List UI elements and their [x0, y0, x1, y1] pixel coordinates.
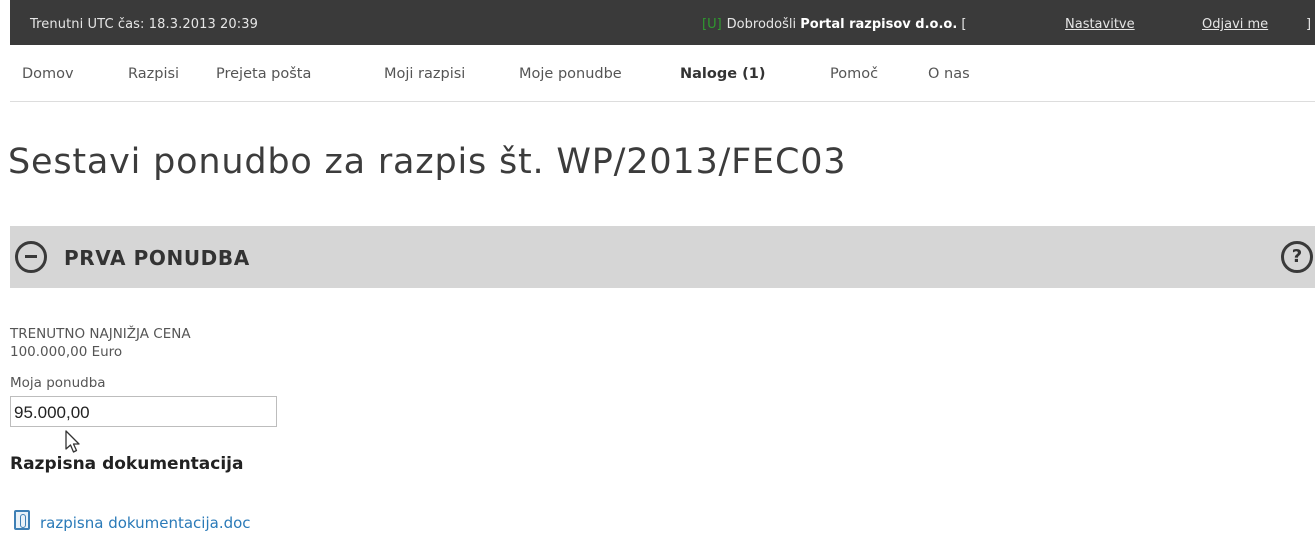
collapse-minus-icon[interactable] [15, 241, 47, 273]
logout-link[interactable]: Odjavi me [1202, 17, 1268, 32]
welcome-area: [U] Dobrodošli Portal razpisov d.o.o. [ [702, 17, 966, 32]
nav-item-naloge[interactable]: Naloge (1) [680, 66, 765, 82]
mouse-pointer-icon [65, 430, 80, 453]
nav-item-o-nas[interactable]: O nas [928, 66, 970, 82]
user-status-badge: [U] [702, 17, 722, 32]
top-bar: Trenutni UTC čas: 18.3.2013 20:39 [U] Dob… [10, 0, 1315, 45]
company-name: Portal razpisov d.o.o. [800, 17, 958, 32]
my-offer-input[interactable] [10, 396, 277, 427]
nav-item-moje-ponudbe[interactable]: Moje ponudbe [519, 66, 622, 82]
section-title: PRVA PONUDBA [64, 246, 250, 270]
bracket-open: [ [961, 17, 967, 32]
settings-link[interactable]: Nastavitve [1065, 17, 1135, 32]
utc-time: Trenutni UTC čas: 18.3.2013 20:39 [30, 17, 259, 32]
documentation-heading: Razpisna dokumentacija [10, 454, 244, 474]
nav-item-prejeta-posta[interactable]: Prejeta pošta [216, 66, 311, 82]
help-icon[interactable]: ? [1281, 241, 1313, 273]
bracket-close: ] [1306, 17, 1312, 32]
document-attachment-icon [14, 510, 30, 530]
nav-item-domov[interactable]: Domov [22, 66, 74, 82]
lowest-price-value: 100.000,00 Euro [10, 344, 123, 360]
documentation-file-link[interactable]: razpisna dokumentacija.doc [40, 514, 251, 532]
my-offer-label: Moja ponudba [10, 375, 106, 391]
section-header: PRVA PONUDBA ? [10, 226, 1315, 288]
page-title: Sestavi ponudbo za razpis št. WP/2013/FE… [8, 142, 847, 182]
nav-item-razpisi[interactable]: Razpisi [128, 66, 179, 82]
main-nav: Domov Razpisi Prejeta pošta Moji razpisi… [10, 58, 1315, 102]
welcome-text: Dobrodošli [726, 17, 797, 32]
lowest-price-label: TRENUTNO NAJNIŽJA CENA [10, 326, 191, 342]
nav-item-pomoc[interactable]: Pomoč [830, 66, 878, 82]
nav-item-moji-razpisi[interactable]: Moji razpisi [384, 66, 465, 82]
